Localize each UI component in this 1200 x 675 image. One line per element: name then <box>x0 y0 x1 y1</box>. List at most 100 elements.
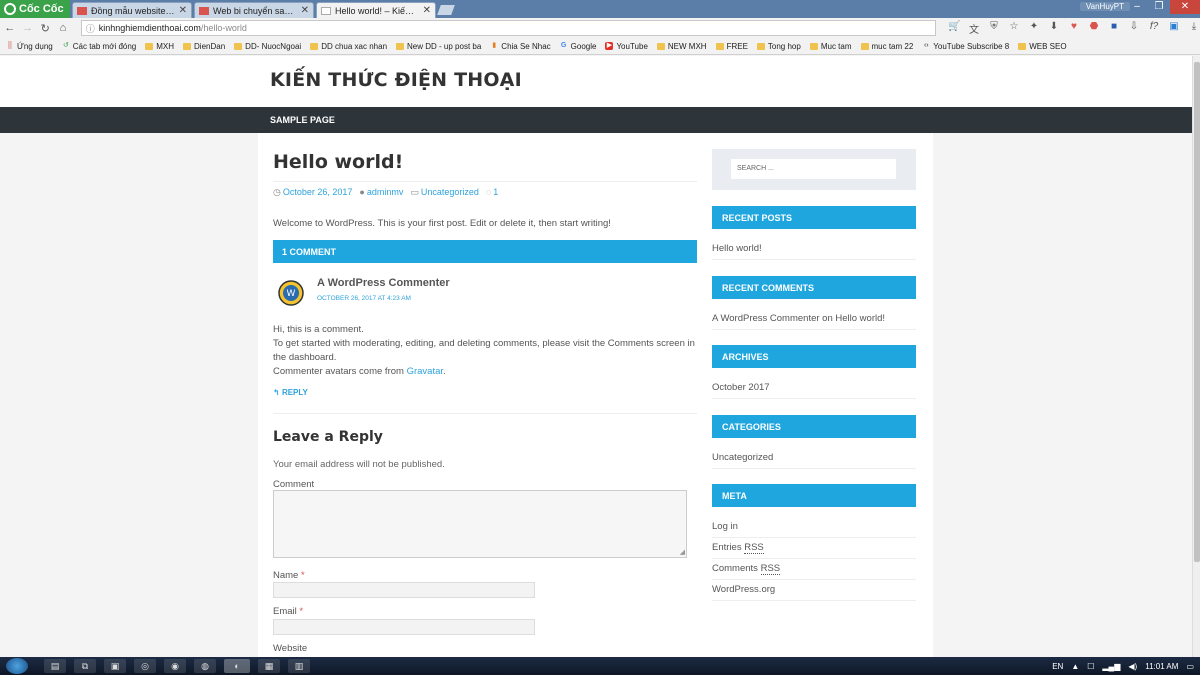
settings-icon[interactable]: ✦ <box>1028 21 1040 36</box>
bookmark-folder[interactable]: DienDan <box>183 42 225 51</box>
coccoc-taskbar-icon[interactable]: ◐ <box>224 659 250 673</box>
document-icon[interactable]: ▥ <box>288 659 310 673</box>
download-tray-icon[interactable]: ⤓ <box>1188 21 1200 36</box>
search-input[interactable]: SEARCH ... <box>731 159 896 179</box>
google-icon: G <box>560 42 567 49</box>
recent-comment-post-link[interactable]: Hello world! <box>835 313 885 324</box>
firefox-icon[interactable]: ◉ <box>164 659 186 673</box>
youtube-icon: ▶ <box>605 42 614 50</box>
close-window-icon[interactable]: ✕ <box>1170 0 1200 14</box>
comment-date[interactable]: OCTOBER 26, 2017 AT 4:23 AM <box>317 295 411 302</box>
site-title-link[interactable]: KIẾN THỨC ĐIỆN THOẠI <box>270 69 522 91</box>
close-tab-icon[interactable]: ✕ <box>179 5 187 16</box>
meta-wordpress-link[interactable]: WordPress.org <box>712 580 916 601</box>
screen-icon[interactable]: ▣ <box>1168 21 1180 36</box>
bookmark-folder[interactable]: DD chua xac nhan <box>310 42 387 51</box>
name-input[interactable] <box>273 582 535 598</box>
bookmark-folder[interactable]: FREE <box>715 42 748 51</box>
bookmark-folder[interactable]: Muc tam <box>809 42 852 51</box>
info-icon[interactable]: ⓘ <box>86 22 95 35</box>
bookmark-folder[interactable]: MXH <box>145 42 174 51</box>
url-bar[interactable]: ⓘ kinhnghiemdienthoai.com/hello-world <box>80 20 936 36</box>
page-scrollbar[interactable] <box>1192 56 1200 657</box>
bookmark-folder[interactable]: DD- NuocNgoai <box>234 42 301 51</box>
coccoc-menu-button[interactable]: Cốc Cốc <box>0 0 70 18</box>
clock[interactable]: 11:01 AM <box>1145 662 1178 671</box>
bookmark-folder[interactable]: muc tam 22 <box>860 42 913 51</box>
bookmark-label: WEB SEO <box>1029 41 1067 51</box>
forward-icon[interactable]: → <box>22 22 34 34</box>
chat-icon[interactable]: ☐ <box>1087 662 1094 671</box>
back-icon[interactable]: ← <box>4 22 16 34</box>
bookmark-apps[interactable]: ⣿ Ứng dụng <box>6 42 52 51</box>
chrome-icon[interactable]: ◍ <box>194 659 216 673</box>
bookmark-folder[interactable]: Tong hop <box>756 42 801 51</box>
bookmark-chia-se-nhac[interactable]: ▮ Chia Se Nhac <box>490 42 550 51</box>
heart-icon[interactable]: ♥ <box>1068 21 1080 36</box>
bookmark-youtube[interactable]: ▶ YouTube <box>605 42 648 51</box>
resize-grip-icon[interactable]: ◢ <box>680 548 685 556</box>
browser-tab-2[interactable]: Web bi chuyển sang https ✕ <box>194 2 314 18</box>
notification-icon[interactable]: ▭ <box>1186 662 1194 671</box>
post-date[interactable]: ◷ October 26, 2017 <box>273 187 352 198</box>
scrollbar-thumb[interactable] <box>1194 62 1200 562</box>
minimize-icon[interactable]: – <box>1126 0 1148 14</box>
volume-icon[interactable]: ◀) <box>1128 662 1137 671</box>
font-icon[interactable]: f? <box>1148 21 1160 36</box>
reply-label: REPLY <box>281 388 308 397</box>
tray-arrow-icon[interactable]: ▲ <box>1071 662 1079 671</box>
maximize-icon[interactable]: ❐ <box>1148 0 1170 14</box>
pocket-icon[interactable]: ■ <box>1108 21 1120 36</box>
bookmark-recent-tabs[interactable]: ↺ Các tab mới đóng <box>62 42 136 51</box>
meta-login-link[interactable]: Log in <box>712 517 916 538</box>
bookmark-star-icon[interactable]: ☆ <box>1008 21 1020 36</box>
shield-icon[interactable]: ⛨ <box>988 21 1000 36</box>
language-indicator[interactable]: EN <box>1052 662 1063 671</box>
post-category[interactable]: ▭ Uncategorized <box>410 187 479 198</box>
signal-icon[interactable]: ▂▄▆ <box>1102 662 1120 671</box>
browser-brand-label: Cốc Cốc <box>19 3 64 15</box>
recent-comment-author[interactable]: A WordPress Commenter <box>712 313 820 324</box>
profile-button[interactable]: VanHuyPT <box>1079 2 1130 11</box>
excel-icon[interactable]: ▦ <box>258 659 280 673</box>
skype-icon[interactable]: ◎ <box>134 659 156 673</box>
explorer-icon[interactable]: ▤ <box>44 659 66 673</box>
home-icon[interactable]: ⌂ <box>57 22 69 34</box>
category-link[interactable]: Uncategorized <box>712 448 916 469</box>
bookmark-folder[interactable]: NEW MXH <box>656 42 707 51</box>
meta-entries-rss-link[interactable]: Entries RSS <box>712 538 916 559</box>
bookmark-google[interactable]: G Google <box>560 42 597 51</box>
post-comment-count[interactable]: ◌ 1 <box>486 187 498 198</box>
start-button[interactable] <box>6 658 28 674</box>
bookmark-folder[interactable]: WEB SEO <box>1018 41 1067 51</box>
reload-icon[interactable]: ↻ <box>39 22 51 35</box>
meta-comments-rss-link[interactable]: Comments RSS <box>712 559 916 580</box>
rss-abbr: RSS <box>744 542 764 554</box>
network-icon[interactable]: ⧉ <box>74 659 96 673</box>
adblock-icon[interactable]: ⬣ <box>1088 21 1100 36</box>
cart-icon[interactable]: 🛒 <box>948 21 960 36</box>
new-tab-button[interactable] <box>437 5 455 15</box>
gravatar-link[interactable]: Gravatar <box>407 366 443 377</box>
app-icon[interactable]: ▣ <box>104 659 126 673</box>
menu-item-sample-page[interactable]: SAMPLE PAGE <box>270 115 335 125</box>
bookmark-folder[interactable]: New DD - up post ba <box>396 42 481 51</box>
close-tab-icon[interactable]: ✕ <box>301 5 309 16</box>
browser-tab-1[interactable]: Đồng mẫu website cho anh ✕ <box>72 2 192 18</box>
post-author[interactable]: ● adminmv <box>359 187 403 198</box>
archive-link[interactable]: October 2017 <box>712 378 916 399</box>
arrow-down-icon[interactable]: ⇩ <box>1128 21 1140 36</box>
bookmark-label: YouTube Subscribe 8 <box>933 41 1010 51</box>
download-icon[interactable]: ⬇ <box>1048 21 1060 36</box>
close-tab-icon[interactable]: ✕ <box>423 5 431 16</box>
comment-textarea[interactable]: ◢ <box>273 490 687 558</box>
translate-icon[interactable]: 文 <box>968 21 980 36</box>
bookmark-youtube-subscribe[interactable]: ‹› YouTube Subscribe 8 <box>922 42 1009 51</box>
email-input[interactable] <box>273 619 535 635</box>
reply-link[interactable]: ↰ REPLY <box>273 388 308 397</box>
browser-tab-3[interactable]: Hello world! – Kiến thức đi ✕ <box>316 2 436 18</box>
comment-author[interactable]: A WordPress Commenter <box>317 277 450 289</box>
recent-post-link[interactable]: Hello world! <box>712 239 916 260</box>
content-area: Hello world! ◷ October 26, 2017 ● adminmv … <box>258 133 933 657</box>
meta-title: META <box>712 484 916 507</box>
